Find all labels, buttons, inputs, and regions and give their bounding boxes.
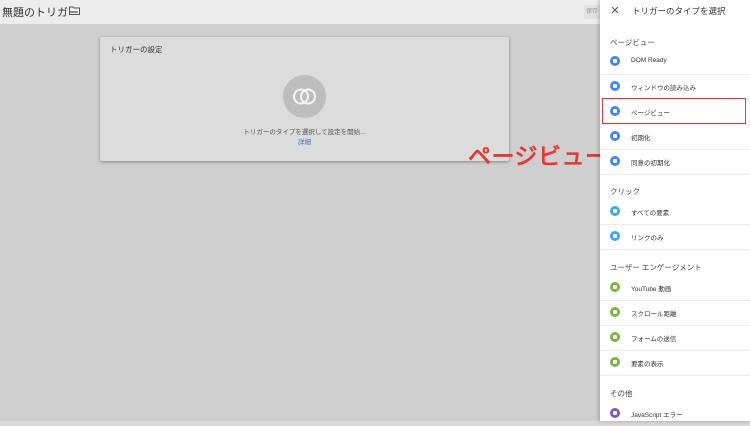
trigger-item-youtube[interactable]: YouTube 動画 [600,275,750,301]
power-icon [610,131,620,141]
trigger-item-js-error[interactable]: JavaScript エラー [600,401,750,426]
cursor-icon [610,206,620,216]
section-heading-pageview: ページビュー [610,38,655,47]
folder-icon[interactable] [69,6,80,15]
trigger-placeholder-icon[interactable] [283,75,326,118]
trigger-item-label: YouTube 動画 [631,286,672,293]
card-title: トリガーの設定 [110,45,163,54]
details-link[interactable]: 詳細 [100,136,509,146]
trigger-item-initialization[interactable]: 初期化 [600,124,750,150]
panel-header: ✕ トリガーのタイプを選択 [600,0,750,24]
section-heading-other: その他 [610,389,633,398]
link-icon [610,231,620,241]
panel-title: トリガーのタイプを選択 [632,6,726,16]
background-header: 無題のトリガー 保存 [0,0,600,25]
window-icon [610,81,620,91]
trigger-item-label: 初期化 [631,135,651,142]
save-button[interactable]: 保存 [584,5,600,19]
visibility-icon [610,357,620,367]
trigger-item-consent-init[interactable]: 同意の初期化 [600,149,750,175]
trigger-item-label: DOM Ready [631,57,667,64]
trigger-item-label: スクロール距離 [631,311,677,318]
trigger-item-dom-ready[interactable]: DOM Ready [600,49,750,75]
trigger-item-scroll-depth[interactable]: スクロール距離 [600,300,750,326]
trigger-item-form-submit[interactable]: フォームの送信 [600,325,750,351]
pageview-highlight-box [602,98,746,124]
scroll-icon [610,307,620,317]
trigger-item-label: リンクのみ [631,235,664,242]
trigger-item-label: すべての要素 [631,210,670,217]
play-icon [610,282,620,292]
trigger-item-label: 同意の初期化 [631,160,670,167]
warning-icon [610,408,620,418]
close-icon[interactable]: ✕ [610,5,620,17]
section-heading-click: クリック [610,187,640,196]
card-hint: トリガーのタイプを選択して設定を開始... [243,129,366,136]
trigger-item-element-visibility[interactable]: 要素の表示 [600,350,750,376]
trigger-name[interactable]: 無題のトリガー [2,4,79,20]
trigger-item-all-elements[interactable]: すべての要素 [600,199,750,225]
trigger-item-label: JavaScript エラー [631,412,683,419]
consent-icon [610,156,620,166]
form-icon [610,332,620,342]
trigger-config-card[interactable]: トリガーの設定 トリガーのタイプを選択して設定を開始... 詳細 [100,37,509,161]
trigger-item-window-load[interactable]: ウィンドウの読み込み [600,74,750,100]
trigger-item-label: ウィンドウの読み込み [631,85,696,92]
section-heading-engagement: ユーザー エンゲージメント [610,263,702,272]
trigger-item-links-only[interactable]: リンクのみ [600,224,750,250]
trigger-item-label: 要素の表示 [631,361,664,368]
trigger-item-label: フォームの送信 [631,336,677,343]
document-icon [610,56,620,66]
trigger-type-panel: ✕ トリガーのタイプを選択 ページビュー DOM Ready ウィンドウの読み込… [600,0,750,421]
